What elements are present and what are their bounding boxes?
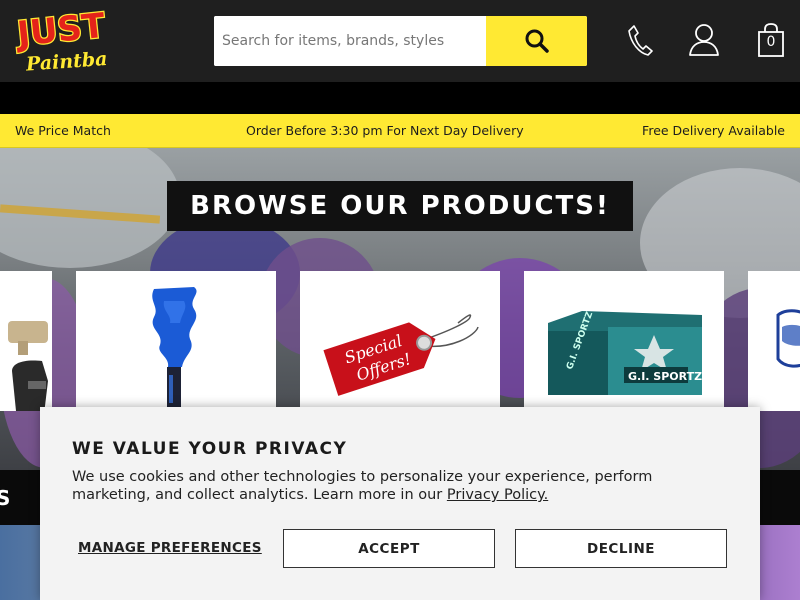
accept-button[interactable]: ACCEPT bbox=[283, 529, 495, 568]
free-delivery-text[interactable]: Free Delivery Available bbox=[642, 123, 785, 138]
promo-bar: We Price Match Order Before 3:30 pm For … bbox=[0, 114, 800, 148]
search-button[interactable] bbox=[486, 16, 587, 66]
paintball-mask-image bbox=[776, 309, 800, 368]
basket-count: 0 bbox=[766, 34, 776, 50]
product-category-card[interactable]: Special Offers! bbox=[300, 271, 500, 411]
nav-band bbox=[0, 82, 800, 114]
basket-icon[interactable]: 0 bbox=[757, 22, 785, 58]
cookie-dialog-body: We use cookies and other technologies to… bbox=[72, 468, 732, 504]
smoke-grenade-image bbox=[152, 287, 197, 411]
cookie-consent-dialog: WE VALUE YOUR PRIVACY We use cookies and… bbox=[40, 407, 760, 600]
phone-icon[interactable] bbox=[627, 24, 653, 60]
decline-button[interactable]: DECLINE bbox=[515, 529, 727, 568]
special-offers-tag-image: Special Offers! bbox=[323, 314, 479, 396]
privacy-policy-link[interactable]: Privacy Policy. bbox=[447, 487, 548, 503]
search-icon bbox=[525, 29, 549, 53]
gear-image bbox=[8, 321, 48, 411]
search-bar bbox=[214, 16, 587, 66]
manage-preferences-link[interactable]: MANAGE PREFERENCES bbox=[78, 540, 262, 556]
paint-box-image: G.I. SPORTZ G.I. SPORTZ bbox=[548, 310, 702, 395]
section-heading-text: S bbox=[0, 486, 11, 510]
price-match-text[interactable]: We Price Match bbox=[15, 123, 111, 138]
just-paintball-logo[interactable]: JUST Paintball bbox=[12, 4, 123, 76]
cookie-dialog-title: WE VALUE YOUR PRIVACY bbox=[72, 439, 348, 459]
product-category-card[interactable] bbox=[0, 271, 52, 411]
svg-text:JUST: JUST bbox=[14, 8, 108, 55]
browse-products-title: BROWSE OUR PRODUCTS! bbox=[167, 181, 633, 231]
product-category-card[interactable]: G.I. SPORTZ G.I. SPORTZ bbox=[524, 271, 724, 411]
paint-box-brand-text: G.I. SPORTZ bbox=[628, 370, 702, 383]
cookie-body-text: We use cookies and other technologies to… bbox=[72, 469, 653, 503]
account-icon[interactable] bbox=[688, 22, 720, 60]
product-category-card[interactable] bbox=[76, 271, 276, 411]
site-header: JUST Paintball 0 bbox=[0, 0, 800, 82]
next-day-delivery-text[interactable]: Order Before 3:30 pm For Next Day Delive… bbox=[246, 123, 524, 138]
product-category-card[interactable] bbox=[748, 271, 800, 411]
search-input[interactable] bbox=[214, 16, 486, 66]
